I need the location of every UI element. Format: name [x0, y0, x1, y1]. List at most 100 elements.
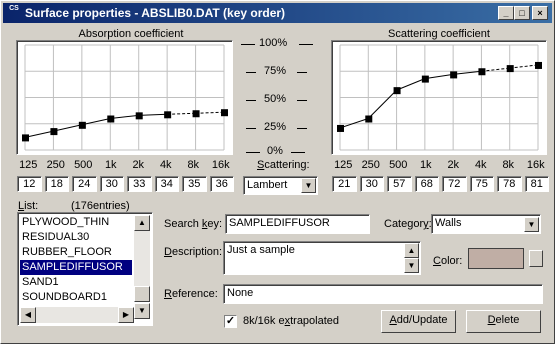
data-point-marker[interactable] [192, 110, 200, 118]
description-scroll-down-icon[interactable]: ▼ [404, 258, 419, 273]
list-item[interactable]: SOUNDBOARD1 [20, 290, 132, 305]
data-point-marker[interactable] [78, 121, 86, 129]
list-scroll-up-icon[interactable]: ▲ [134, 215, 150, 231]
data-point-marker[interactable] [478, 68, 486, 76]
color-picker-button[interactable] [529, 250, 543, 267]
minimize-button[interactable]: _ [498, 6, 514, 20]
data-point-marker[interactable] [506, 65, 514, 73]
description-scroll-up-icon[interactable]: ▲ [404, 243, 419, 258]
reference-label: Reference: [164, 288, 218, 300]
pct-tick-75-right [297, 72, 307, 73]
pct-label-75: 75% [264, 65, 287, 77]
list-vscroll-track[interactable] [134, 231, 150, 286]
category-label: Category: [384, 218, 432, 230]
extrapolated-label: 8k/16k extrapolated [243, 315, 340, 327]
pct-label-0: 0% [267, 145, 283, 157]
description-textarea[interactable]: Just a sample [223, 241, 421, 275]
coefficient-value-input[interactable]: 57 [387, 176, 412, 192]
extrapolated-checkbox[interactable]: ✓ [224, 315, 237, 328]
pct-tick-0-left [246, 152, 260, 153]
series-line-segment [167, 112, 196, 115]
coefficient-value-input[interactable]: 68 [414, 176, 439, 192]
frequency-label: 1k [104, 159, 117, 171]
list-item[interactable]: RUBBER_FLOOR [20, 245, 132, 260]
absorption-chart-title: Absorption coefficient [78, 28, 184, 40]
list-item[interactable]: PLYWOOD_THIN [20, 215, 132, 230]
list-entry-count: (176entries) [71, 200, 130, 212]
scattering-label: Scattering: [257, 159, 310, 171]
list-hscroll-track[interactable] [36, 307, 118, 323]
data-point-marker[interactable] [450, 71, 458, 79]
coefficient-value-input[interactable]: 33 [127, 176, 152, 192]
coefficient-value-input[interactable]: 36 [209, 176, 234, 192]
coefficient-value-input[interactable]: 75 [469, 176, 494, 192]
list-item[interactable]: SAND1 [20, 275, 132, 290]
frequency-label: 16k [211, 159, 230, 171]
pct-tick-25-right [297, 128, 307, 129]
data-point-marker[interactable] [535, 61, 542, 69]
data-point-marker[interactable] [393, 87, 401, 95]
maximize-button[interactable]: □ [514, 6, 530, 20]
data-point-marker[interactable] [365, 115, 373, 123]
frequency-label: 2k [132, 159, 145, 171]
frequency-label: 4k [159, 159, 172, 171]
data-point-marker[interactable] [337, 124, 344, 132]
absorption-chart[interactable] [16, 40, 233, 155]
pct-label-100: 100% [259, 37, 288, 49]
frequency-label: 500 [389, 159, 408, 171]
coefficient-value-input[interactable]: 24 [72, 176, 97, 192]
search-key-input[interactable]: SAMPLEDIFFUSOR [225, 214, 370, 234]
data-point-marker[interactable] [135, 112, 143, 120]
close-button[interactable]: × [532, 6, 548, 20]
scattering-chart-title: Scattering coefficient [388, 28, 490, 40]
series-line-segment [24, 130, 54, 138]
coefficient-value-input[interactable]: 78 [497, 176, 522, 192]
series-line-segment [195, 111, 225, 114]
coefficient-value-input[interactable]: 72 [442, 176, 467, 192]
list-vscroll-thumb[interactable] [134, 286, 150, 302]
coefficient-value-input[interactable]: 35 [182, 176, 207, 192]
pct-tick-100-right [299, 44, 313, 45]
reference-input[interactable]: None [223, 284, 543, 304]
list-scroll-right-icon[interactable]: ▶ [118, 307, 134, 323]
scattering-plot [337, 44, 542, 151]
scattering-chart[interactable] [331, 40, 547, 155]
coefficient-value-input[interactable]: 30 [99, 176, 124, 192]
list-scroll-down-icon[interactable]: ▼ [134, 303, 150, 319]
data-point-marker[interactable] [421, 75, 429, 83]
data-point-marker[interactable] [164, 111, 172, 119]
data-point-marker[interactable] [22, 134, 29, 142]
add-update-button[interactable]: Add/Update [381, 310, 456, 333]
list-item[interactable]: RESIDUAL30 [20, 230, 132, 245]
surface-properties-window: CS Surface properties - ABSLIB0.DAT (key… [0, 0, 555, 344]
frequency-label: 250 [46, 159, 65, 171]
coefficient-value-input[interactable]: 81 [524, 176, 549, 192]
coefficient-value-input[interactable]: 34 [154, 176, 179, 192]
coefficient-value-input[interactable]: 21 [332, 176, 357, 192]
pct-tick-100-left [241, 44, 255, 45]
frequency-label: 8k [187, 159, 200, 171]
scattering-select-value: Lambert [247, 179, 288, 191]
coefficient-value-input[interactable]: 12 [17, 176, 42, 192]
color-label: Color: [433, 255, 463, 267]
frequency-label: 8k [502, 159, 515, 171]
data-point-marker[interactable] [50, 128, 58, 136]
frequency-label: 500 [74, 159, 93, 171]
coefficient-value-input[interactable]: 30 [359, 176, 384, 192]
data-point-marker[interactable] [107, 115, 115, 123]
frequency-label: 1k [419, 159, 432, 171]
data-point-marker[interactable] [221, 109, 228, 117]
surface-listbox[interactable]: PLYWOOD_THIN RESIDUAL30 RUBBER_FLOOR SAMPLE… [17, 212, 153, 326]
list-item[interactable]: SAMPLEDIFFUSOR [20, 260, 132, 275]
frequency-label: 125 [334, 159, 353, 171]
category-dropdown-arrow[interactable]: ▼ [524, 217, 539, 232]
title-bar[interactable]: CS Surface properties - ABSLIB0.DAT (key… [3, 3, 552, 23]
list-scroll-left-icon[interactable]: ◀ [20, 307, 36, 323]
coefficient-value-input[interactable]: 18 [44, 176, 69, 192]
frequency-label: 16k [526, 159, 545, 171]
frequency-label: 2k [447, 159, 460, 171]
delete-button[interactable]: Delete [466, 310, 541, 333]
pct-label-50: 50% [264, 93, 287, 105]
scattering-dropdown-arrow[interactable]: ▼ [301, 178, 316, 193]
series-line-segment [110, 114, 139, 119]
